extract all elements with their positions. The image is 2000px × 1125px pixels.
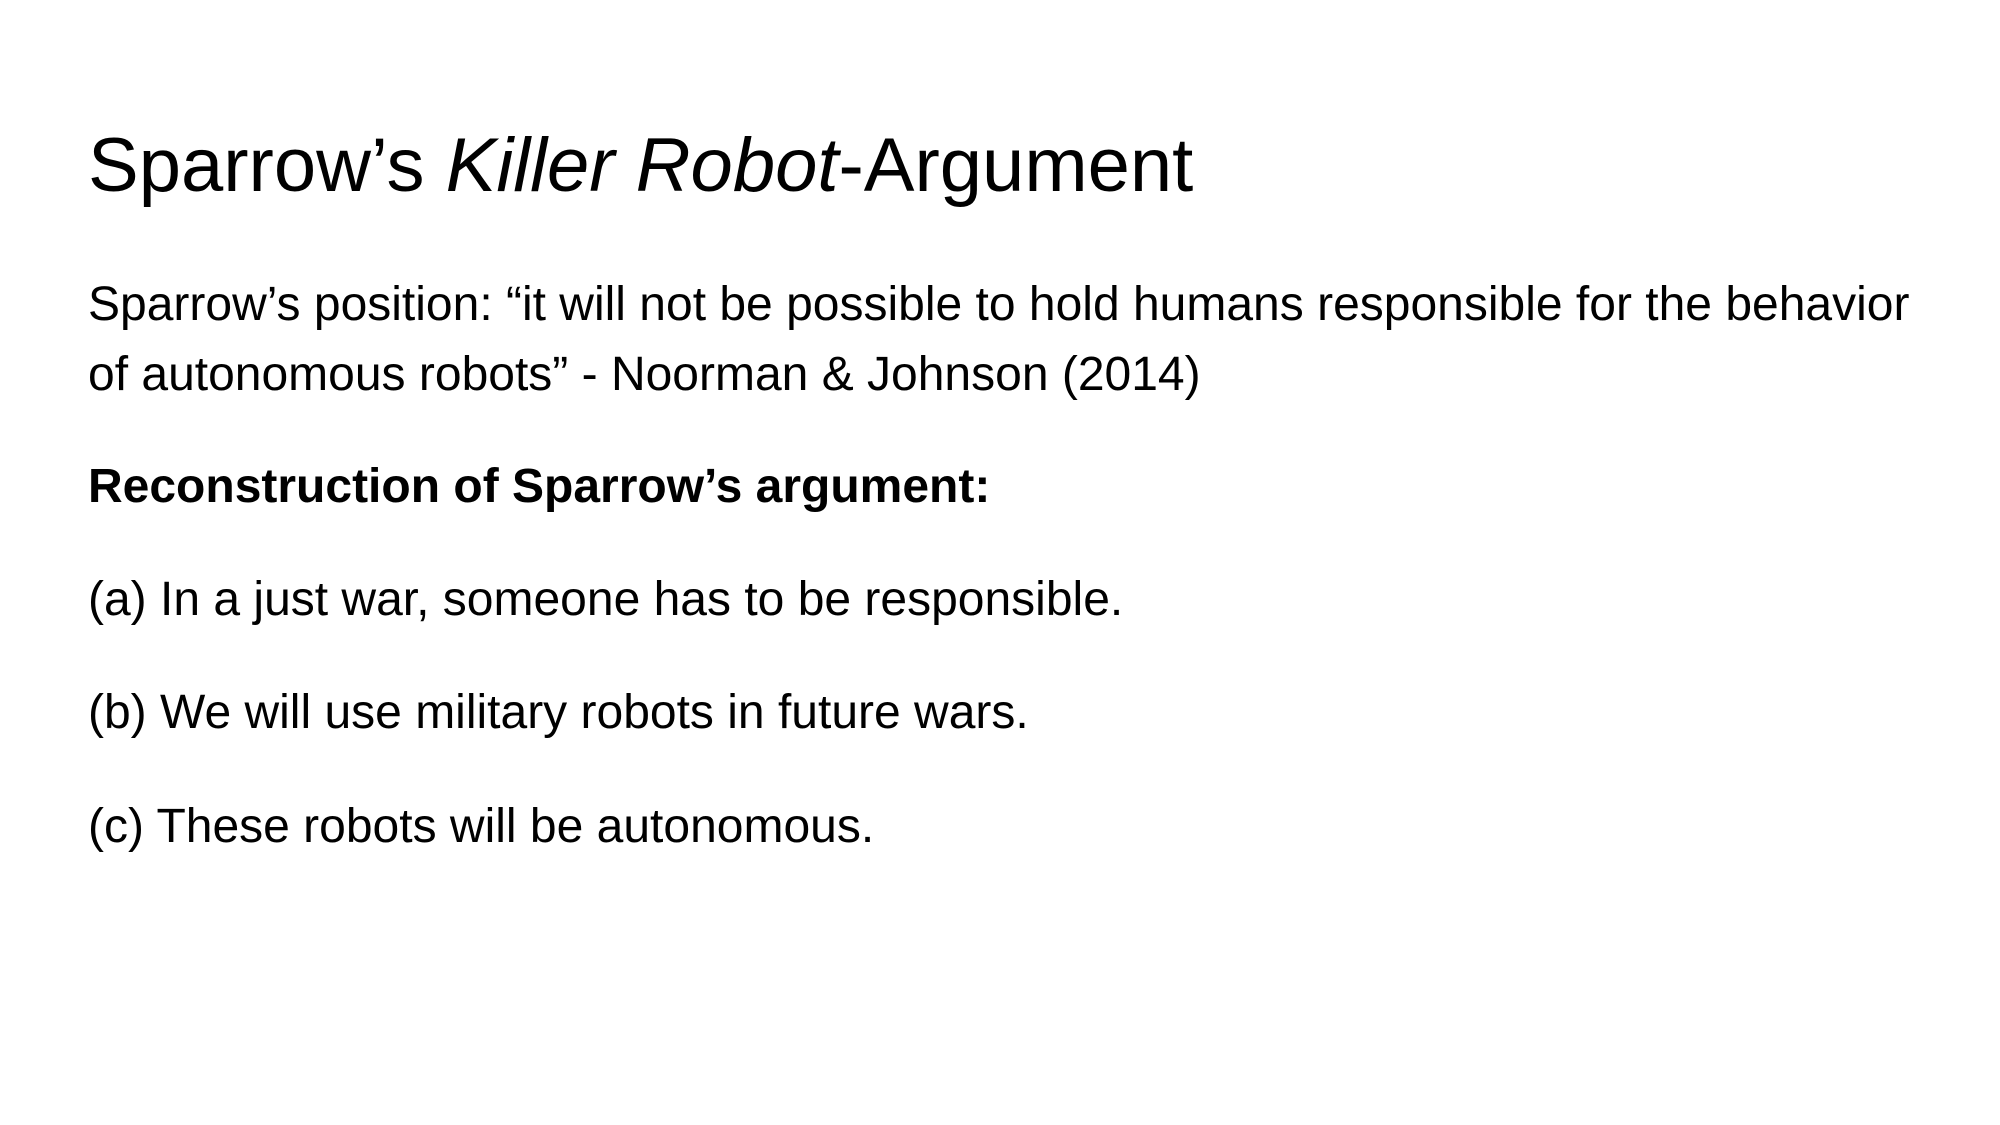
title-part-italic: Killer Robot [445,123,839,208]
reconstruction-heading: Reconstruction of Sparrow’s argument: [88,460,991,513]
premise-a: (a) In a just war, someone has to be res… [88,573,1124,626]
slide-title: Sparrow’s Killer Robot-Argument [88,118,1193,214]
premise-c: (c) These robots will be autonomous. [88,800,875,853]
title-part-1: Sparrow’s [88,123,446,208]
slide: Sparrow’s Killer Robot-Argument Sparrow’… [0,0,2000,1125]
position-statement: Sparrow’s position: “it will not be poss… [88,278,1910,401]
premise-b: (b) We will use military robots in futur… [88,686,1029,739]
title-part-3: -Argument [838,123,1194,208]
